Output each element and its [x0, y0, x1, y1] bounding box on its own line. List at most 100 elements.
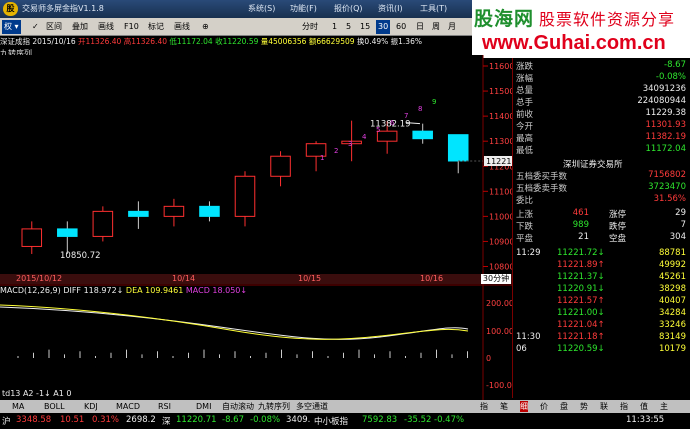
period-intraday[interactable]: 分时: [300, 20, 320, 34]
period-15m[interactable]: 15: [358, 20, 372, 34]
menu-function[interactable]: 功能(F): [290, 3, 317, 14]
period-selector[interactable]: 30分钟: [481, 274, 511, 284]
tick-time: 06: [516, 344, 527, 354]
period-60m[interactable]: 60: [394, 20, 408, 34]
tab-dmi[interactable]: DMI: [196, 401, 211, 412]
low-annotation: 10850.72: [60, 251, 101, 261]
quote-row: 涨跌 -8.67: [513, 60, 689, 72]
rights-button[interactable]: 权 ▾: [2, 20, 21, 34]
candle-body: [163, 205, 185, 217]
range-button[interactable]: 区间: [44, 20, 64, 34]
quote-label: 涨幅: [516, 74, 534, 84]
side-tab[interactable]: 价: [540, 401, 548, 412]
side-tab[interactable]: 指: [620, 401, 628, 412]
draw-line-button[interactable]: 画线: [96, 20, 116, 34]
overlay-button[interactable]: 叠加: [70, 20, 90, 34]
breadth-row: 下跌 989 跌停 7: [513, 220, 689, 232]
quote-label: 总手: [516, 98, 534, 108]
side-tab[interactable]: 联: [600, 401, 608, 412]
macd-tick-label: 200.00: [486, 299, 512, 308]
y-tick-label: 11000: [489, 212, 512, 221]
tab-channel[interactable]: 多空通道: [296, 401, 328, 412]
tab-auto-scroll[interactable]: 自动滚动: [222, 401, 254, 412]
zoom-icon[interactable]: ⊕: [200, 20, 211, 34]
tab-nine-turn[interactable]: 九转序列: [258, 401, 290, 412]
tick-row: 06 11220.59↓ 10179: [513, 344, 689, 356]
menu-tools[interactable]: 工具(T): [420, 3, 447, 14]
tick-volume: 10179: [658, 344, 686, 354]
side-tab[interactable]: 指: [480, 401, 488, 412]
quote-value: 34091236: [642, 84, 686, 94]
tab-rsi[interactable]: RSI: [158, 401, 171, 412]
breadth-label2: 涨停: [609, 210, 627, 220]
tick-time: 11:30: [516, 332, 541, 342]
tick-price: 11220.91↓: [557, 284, 605, 294]
chart-grid: [0, 55, 512, 400]
breadth-row: 平盘 21 空盘 304: [513, 232, 689, 244]
side-tab[interactable]: 细: [520, 401, 528, 412]
mark-button[interactable]: 标记: [146, 20, 166, 34]
side-tab[interactable]: 笔: [500, 401, 508, 412]
indicator-td13: td13 A2 -1↓ A1 0: [2, 389, 72, 398]
draw-tools-button[interactable]: 画线: [172, 20, 192, 34]
tab-ma[interactable]: MA: [12, 401, 24, 412]
check-button[interactable]: ✓: [30, 20, 41, 34]
tick-price: 11220.59↓: [557, 344, 605, 354]
side-tab[interactable]: 势: [580, 401, 588, 412]
tick-row: 11221.37↓ 45261: [513, 272, 689, 284]
macd-diff: DIFF 118.972↓: [63, 286, 124, 295]
sz-change: -8.67: [222, 415, 244, 425]
macd-label: MACD(12,26,9): [0, 286, 61, 295]
period-1m[interactable]: 1: [330, 20, 339, 34]
tab-macd[interactable]: MACD: [116, 401, 140, 412]
x-label-3: 10/16: [420, 274, 444, 283]
tab-boll[interactable]: BOLL: [44, 401, 65, 412]
tick-volume: 83149: [658, 332, 686, 342]
quote-row: 前收 11229.38: [513, 108, 689, 120]
sme-value: 7592.83: [362, 415, 398, 425]
breadth-value2: 7: [680, 220, 686, 230]
period-30m[interactable]: 30: [376, 20, 391, 34]
period-day[interactable]: 日: [414, 20, 426, 34]
breadth-label: 下跌: [516, 222, 534, 232]
quote-amount: 额66629509: [308, 37, 355, 46]
brand-name: 股海网: [474, 8, 535, 30]
period-month[interactable]: 月: [446, 20, 458, 34]
tick-volume: 40407: [658, 296, 686, 306]
f10-button[interactable]: F10: [122, 20, 141, 34]
side-tab[interactable]: 值: [640, 401, 648, 412]
menu-system[interactable]: 系统(S): [248, 3, 275, 14]
nine-turn-number: 8: [418, 105, 422, 113]
index-name: 深证成指: [0, 37, 30, 46]
menu-quote[interactable]: 报价(Q): [334, 3, 363, 14]
exchange-label: 深圳证券交易所: [563, 160, 623, 170]
sh-value: 3348.58: [16, 415, 52, 425]
td13-name: td13: [2, 389, 21, 398]
price-chart[interactable]: 1160011500114001130011200111001100010900…: [0, 55, 512, 400]
watermark-banner: 股海网 股票软件资源分享 www.Guhai.com.cn: [472, 0, 690, 58]
candle-body: [57, 228, 78, 237]
macd-tick-label: -100.00: [486, 381, 512, 390]
tick-volume: 33246: [658, 320, 686, 330]
period-5m[interactable]: 5: [344, 20, 353, 34]
tick-volume: 45261: [658, 272, 686, 282]
side-tab[interactable]: 盘: [560, 401, 568, 412]
macd-dea: DEA 109.9461: [125, 286, 184, 295]
quote-open: 开11326.40: [78, 37, 122, 46]
tab-kdj[interactable]: KDJ: [84, 401, 98, 412]
order-value: 31.56%: [653, 194, 686, 204]
tick-price: 11221.18↑: [557, 332, 605, 342]
menu-info[interactable]: 资讯(I): [378, 3, 403, 14]
tick-volume: 34284: [658, 308, 686, 318]
quote-value: 11382.19: [645, 132, 686, 142]
nine-turn-number: 9: [432, 98, 436, 106]
sz-value: 11220.71: [176, 415, 217, 425]
side-tab[interactable]: 主: [660, 401, 668, 412]
tick-price: 11221.04↑: [557, 320, 605, 330]
y-tick-label: 11300: [489, 137, 512, 146]
quote-label: 前收: [516, 110, 534, 120]
period-week[interactable]: 周: [430, 20, 442, 34]
breadth-label: 平盘: [516, 234, 534, 244]
quote-date: 2015/10/16: [32, 37, 76, 46]
x-label-1: 10/14: [172, 274, 196, 283]
